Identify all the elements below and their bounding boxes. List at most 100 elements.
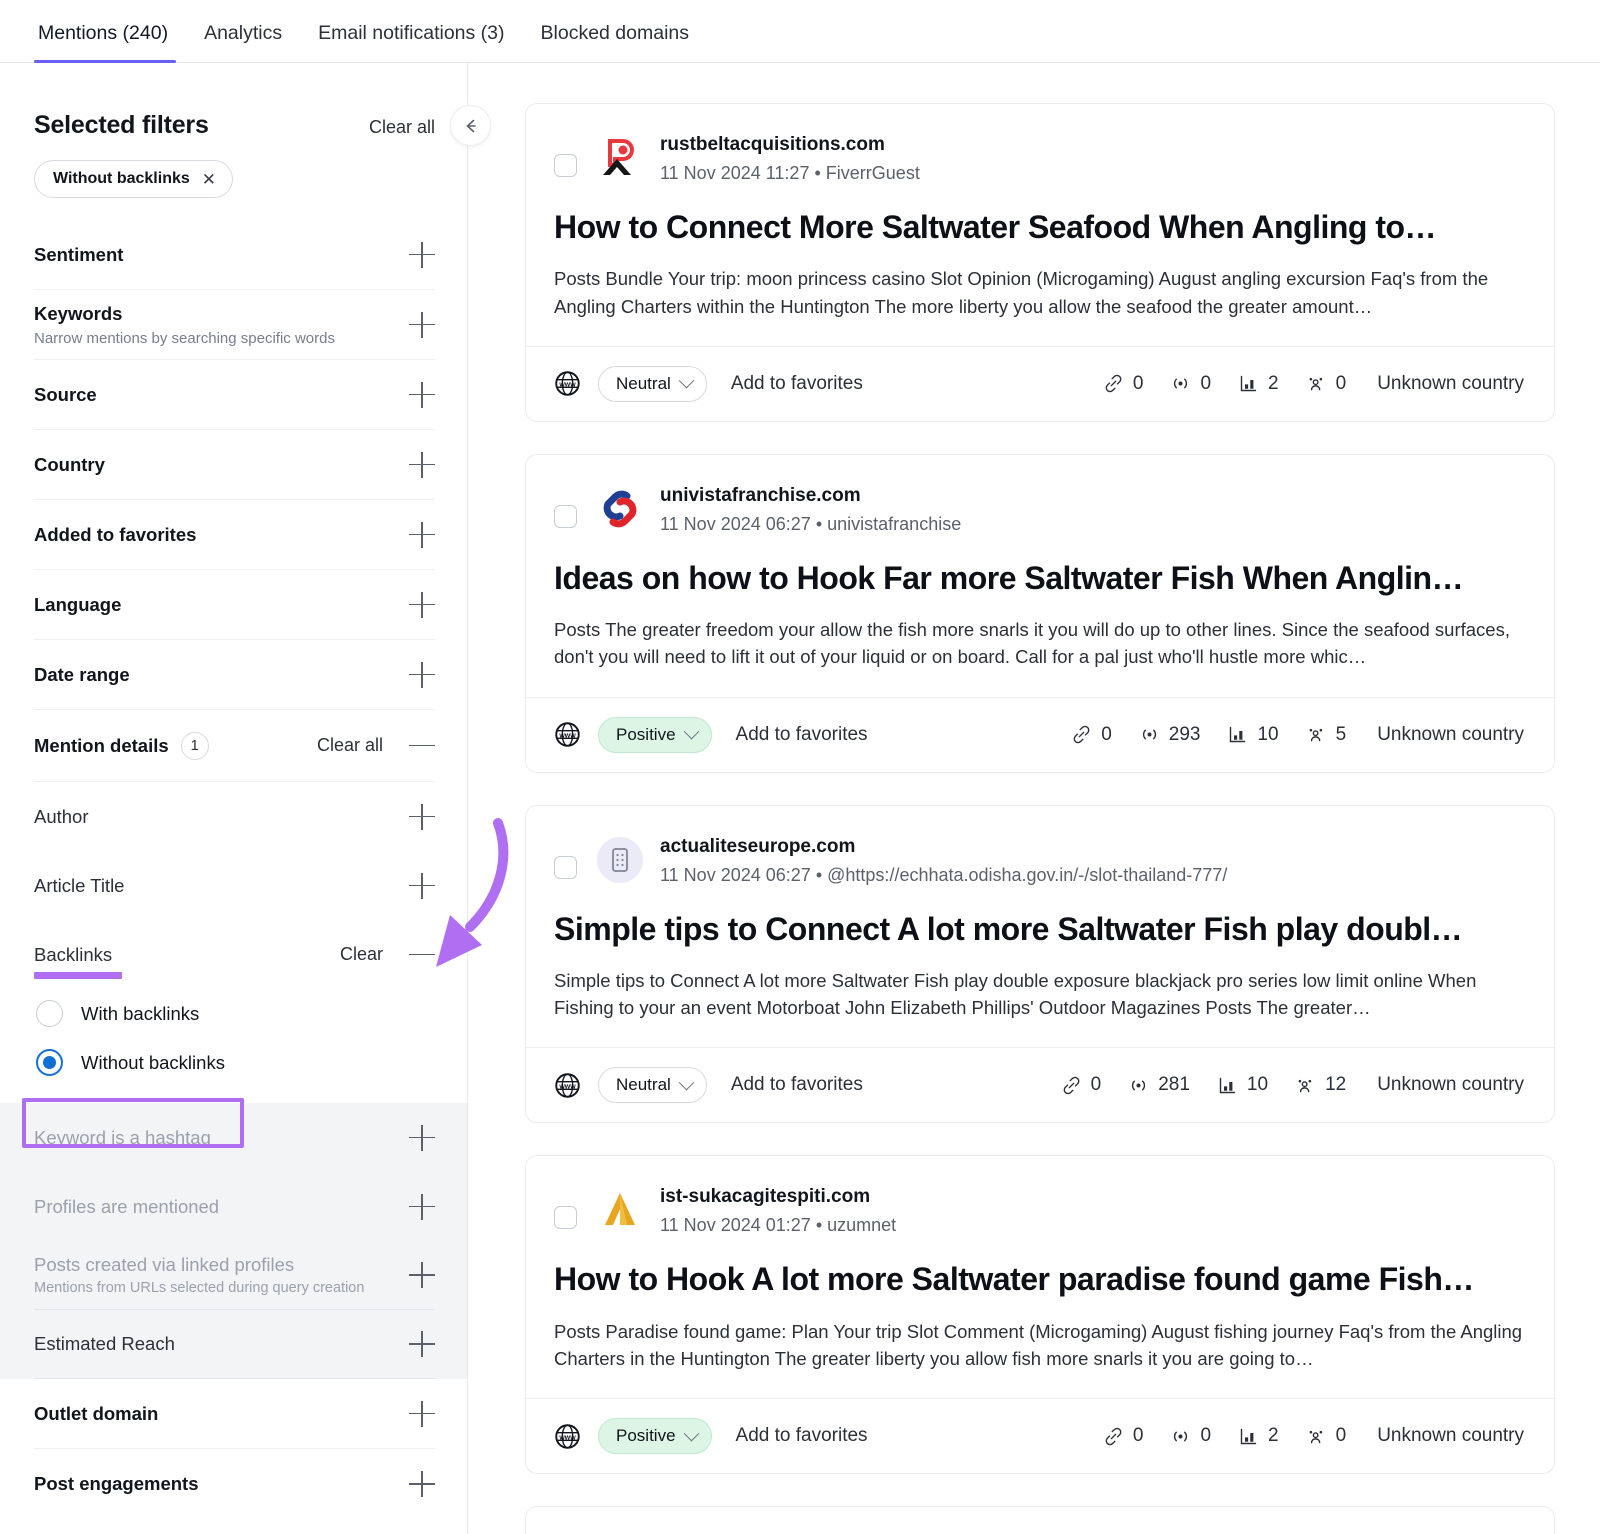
add-to-favorites-button[interactable]: Add to favorites	[736, 1425, 868, 1447]
plus-icon[interactable]	[409, 241, 435, 268]
mention-domain[interactable]: ist-sukacagitespiti.com	[660, 1186, 896, 1208]
filter-row-sentiment[interactable]: Sentiment	[34, 220, 435, 290]
filter-row-language[interactable]: Language	[34, 570, 435, 640]
filter-row-author[interactable]: Author	[34, 782, 435, 851]
filter-label: Article Title	[34, 874, 125, 896]
sentiment-select[interactable]: Neutral	[598, 1067, 707, 1104]
plus-icon[interactable]	[409, 1471, 435, 1497]
mention-title[interactable]: How to Hook A lot more Saltwater paradis…	[554, 1260, 1524, 1298]
mention-card-partial[interactable]	[525, 1506, 1555, 1534]
tab-mentions-label: Mentions (240)	[38, 22, 169, 44]
metric-value: 0	[1335, 372, 1347, 394]
radio-icon[interactable]	[36, 1000, 63, 1027]
filter-row-outlet-domain[interactable]: Outlet domain	[34, 1379, 435, 1449]
collapse-sidebar-button[interactable]	[450, 105, 491, 146]
sentiment-label: Positive	[616, 724, 676, 744]
arrow-left-icon	[466, 119, 476, 132]
tab-blocked-domains[interactable]: Blocked domains	[523, 22, 708, 62]
mention-title[interactable]: Ideas on how to Hook Far more Saltwater …	[554, 559, 1524, 597]
plus-icon[interactable]	[409, 591, 435, 618]
plus-icon[interactable]	[409, 451, 435, 478]
mention-checkbox[interactable]	[554, 154, 577, 177]
filter-row-source[interactable]: Source	[34, 360, 435, 430]
add-to-favorites-button[interactable]: Add to favorites	[731, 373, 863, 395]
annotation-underline	[34, 972, 122, 979]
mention-title[interactable]: How to Connect More Saltwater Seafood Wh…	[554, 208, 1524, 246]
globe-www-icon: www	[555, 1073, 580, 1098]
mention-domain[interactable]: rustbeltacquisitions.com	[660, 134, 920, 156]
mentions-list: rustbeltacquisitions.com 11 Nov 2024 11:…	[468, 63, 1600, 1534]
radio-with-backlinks[interactable]: With backlinks	[34, 989, 435, 1038]
minus-icon[interactable]	[409, 733, 435, 759]
disabled-filters-group: Keyword is a hashtag Profiles are mentio…	[0, 1103, 467, 1379]
close-icon[interactable]: ✕	[202, 171, 216, 188]
filter-group-mention-details[interactable]: Mention details 1 Clear all	[34, 710, 435, 782]
mention-card[interactable]: rustbeltacquisitions.com 11 Nov 2024 11:…	[525, 103, 1555, 422]
mention-country: Unknown country	[1377, 1425, 1524, 1447]
metric-value: 5	[1335, 723, 1347, 745]
tab-email-notifications[interactable]: Email notifications (3)	[300, 22, 522, 62]
sentiment-select[interactable]: Positive	[598, 1418, 712, 1455]
metric-shares: 0	[1306, 1425, 1346, 1447]
mention-checkbox[interactable]	[554, 1206, 577, 1230]
metric-shares: 12	[1295, 1074, 1346, 1096]
filter-row-keywords[interactable]: Keywords Narrow mentions by searching sp…	[34, 290, 435, 360]
plus-icon[interactable]	[409, 1400, 435, 1427]
mention-date: 11 Nov 2024 06:27	[660, 864, 811, 885]
filter-row-backlinks[interactable]: Backlinks Clear	[34, 920, 435, 989]
clear-all-filters-button[interactable]: Clear all	[369, 117, 435, 138]
metric-value: 0	[1200, 372, 1212, 394]
tab-mentions[interactable]: Mentions (240)	[30, 22, 186, 63]
filter-row-country[interactable]: Country	[34, 430, 435, 500]
radio-without-backlinks[interactable]: Without backlinks	[34, 1038, 435, 1087]
plus-icon[interactable]	[409, 1331, 435, 1357]
plus-icon[interactable]	[409, 872, 435, 899]
filter-row-profiles-are-mentioned: Profiles are mentioned	[34, 1172, 435, 1241]
mention-title[interactable]: Simple tips to Connect A lot more Saltwa…	[554, 910, 1524, 948]
metric-shares: 0	[1306, 372, 1347, 395]
metric-reach: 281	[1128, 1074, 1190, 1096]
metric-backlinks: 0	[1103, 1425, 1144, 1447]
mention-details-clear-all-button[interactable]: Clear all	[317, 735, 383, 756]
metric-value: 0	[1132, 1425, 1144, 1447]
favicon	[594, 132, 646, 184]
add-to-favorites-button[interactable]: Add to favorites	[731, 1074, 863, 1096]
mention-domain[interactable]: actualiteseurope.com	[660, 836, 1227, 858]
sentiment-select[interactable]: Positive	[598, 716, 712, 753]
filter-sublabel: Narrow mentions by searching specific wo…	[34, 329, 335, 347]
sentiment-select[interactable]: Neutral	[598, 365, 707, 402]
plus-icon[interactable]	[409, 521, 435, 548]
filter-row-added-to-favorites[interactable]: Added to favorites	[34, 500, 435, 570]
univista-favicon	[603, 490, 637, 528]
tab-analytics[interactable]: Analytics	[186, 22, 300, 62]
plus-icon[interactable]	[409, 803, 435, 830]
mention-card[interactable]: actualiteseurope.com 11 Nov 2024 06:27 •…	[525, 804, 1555, 1124]
mention-card-body: univistafranchise.com 11 Nov 2024 06:27 …	[526, 455, 1554, 697]
metric-value: 2	[1268, 372, 1279, 394]
mention-domain[interactable]: univistafranchise.com	[660, 485, 961, 507]
mention-author: FiverrGuest	[825, 163, 920, 183]
globe-www-icon: www	[555, 371, 580, 396]
mention-checkbox[interactable]	[554, 855, 577, 879]
radio-icon-selected[interactable]	[36, 1049, 63, 1076]
backlinks-clear-button[interactable]: Clear	[340, 944, 383, 965]
filter-row-article-title[interactable]: Article Title	[34, 851, 435, 920]
filter-chip-without-backlinks[interactable]: Without backlinks ✕	[34, 160, 234, 198]
plus-icon[interactable]	[409, 381, 435, 408]
plus-icon[interactable]	[409, 661, 435, 688]
plus-icon	[409, 1193, 435, 1220]
filter-row-estimated-reach[interactable]: Estimated Reach	[34, 1310, 435, 1379]
bullet-separator: •	[815, 513, 823, 534]
mention-checkbox[interactable]	[554, 504, 577, 528]
filter-row-date-range[interactable]: Date range	[34, 640, 435, 710]
plus-icon[interactable]	[409, 311, 435, 338]
metric-value: 0	[1101, 723, 1112, 745]
chevron-down-icon	[683, 1425, 699, 1442]
minus-icon[interactable]	[409, 942, 435, 968]
mention-metrics: 0 0 2 0 Unknown country	[1076, 373, 1524, 395]
people-icon	[1309, 1430, 1322, 1443]
mention-card[interactable]: univistafranchise.com 11 Nov 2024 06:27 …	[525, 453, 1555, 773]
filter-row-post-engagements[interactable]: Post engagements	[34, 1449, 435, 1519]
mention-card[interactable]: ist-sukacagitespiti.com 11 Nov 2024 01:2…	[525, 1155, 1555, 1475]
add-to-favorites-button[interactable]: Add to favorites	[736, 724, 868, 746]
